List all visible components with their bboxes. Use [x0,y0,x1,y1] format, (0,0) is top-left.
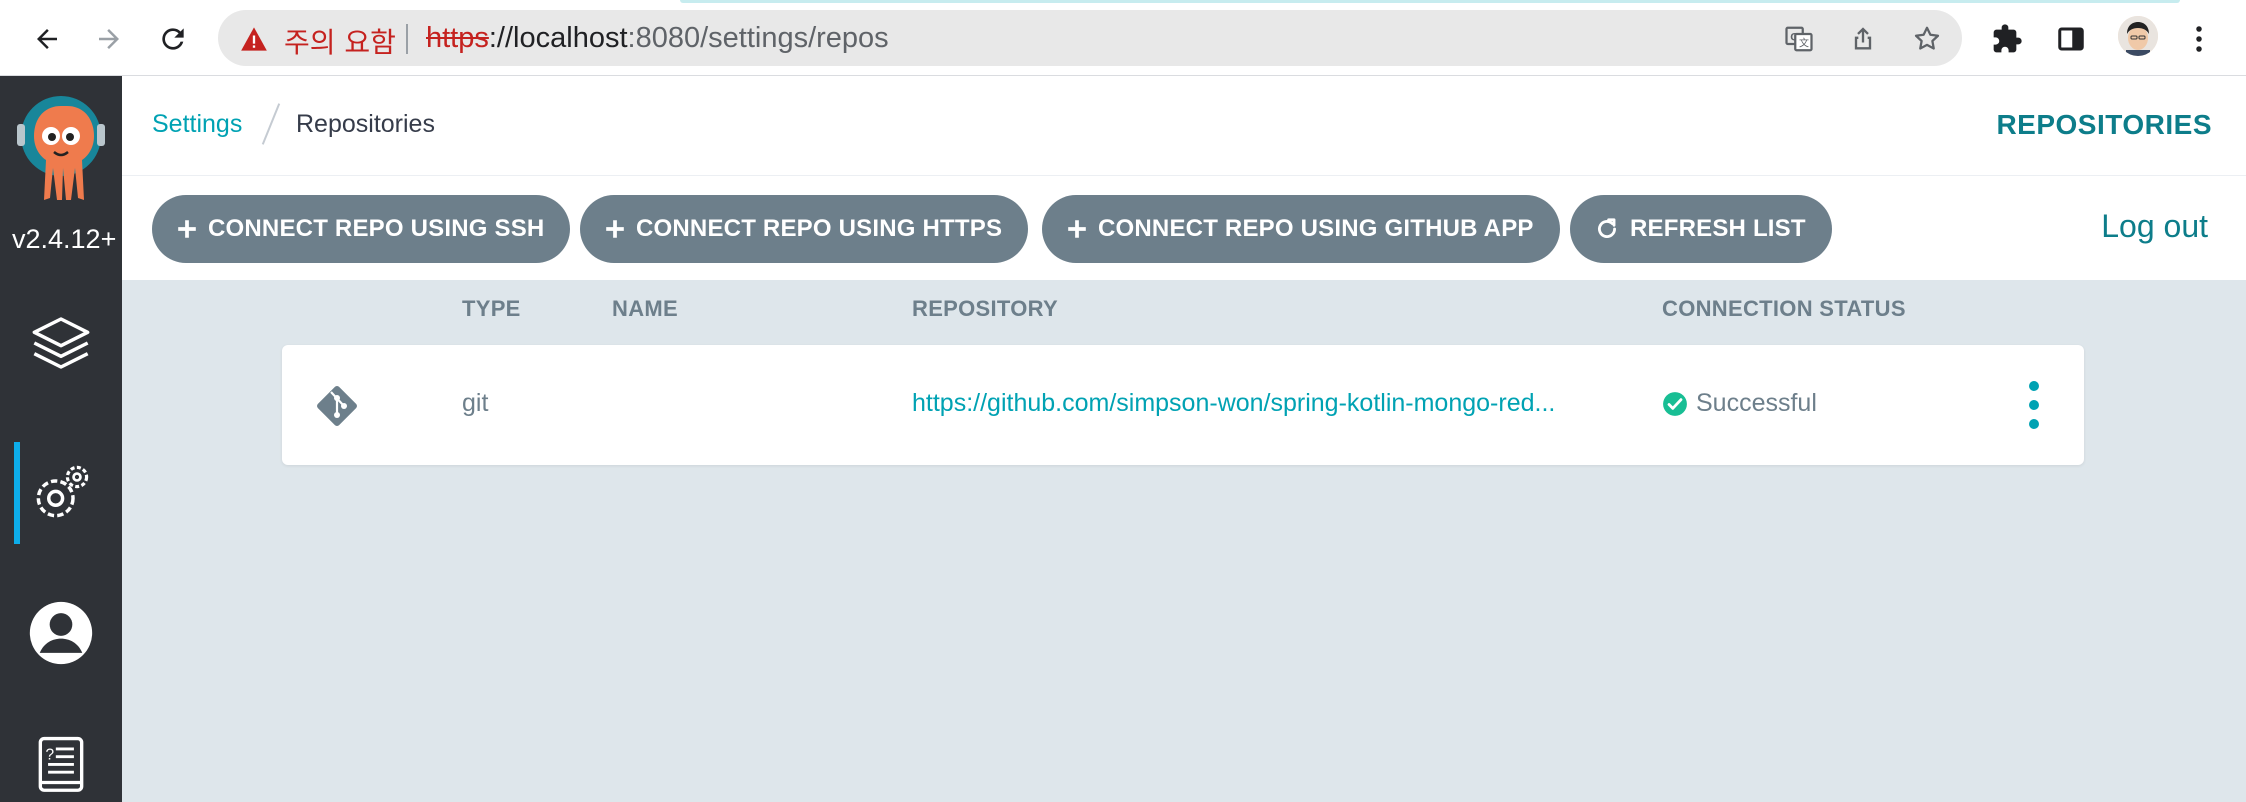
repositories-list: TYPE NAME REPOSITORY CONNECTION STATUS g… [122,280,2246,802]
page-header: Settings Repositories REPOSITORIES [122,76,2246,176]
side-panel-icon [2058,27,2084,51]
browser-menu-button[interactable] [2178,18,2220,60]
url-host: ://localhost [488,22,628,54]
share-button[interactable] [1846,22,1880,56]
breadcrumb-current: Repositories [296,110,435,138]
profile-photo-icon [2118,16,2158,56]
table-row[interactable]: git https://github.com/simpson-won/sprin… [282,345,2084,465]
sidebar-item-settings[interactable] [26,458,96,528]
row-actions-menu-icon[interactable] [2024,381,2044,429]
sidebar-item-applications[interactable] [26,308,96,378]
action-toolbar: CONNECT REPO USING SSH CONNECT REPO USIN… [122,176,2246,280]
back-button[interactable] [22,14,72,64]
connect-repo-https-label: CONNECT REPO USING HTTPS [636,215,1003,242]
argo-logo[interactable] [14,94,108,214]
security-label[interactable]: 주의 요함 [284,21,396,61]
plus-icon [604,218,626,240]
repo-url-link[interactable]: https://github.com/simpson-won/spring-ko… [912,389,1555,418]
browser-toolbar: 주의 요함 https://localhost:8080/settings/re… [0,0,2246,76]
connect-repo-https-button[interactable]: CONNECT REPO USING HTTPS [580,195,1029,263]
column-header-repository: REPOSITORY [912,296,1059,321]
logout-link[interactable]: Log out [2101,208,2208,245]
side-panel-button[interactable] [2050,18,2092,60]
refresh-icon [1594,216,1620,242]
tab-strip-edge [680,0,2180,3]
column-header-type: TYPE [462,296,521,321]
breadcrumb-separator [261,103,281,145]
puzzle-icon [1993,24,2022,53]
argo-octopus-logo-icon [17,96,105,200]
version-label: v2.4.12+ [12,224,117,254]
connection-status-text: Successful [1696,389,1817,417]
sidebar-active-indicator [14,442,20,544]
repo-type: git [462,389,489,417]
connect-repo-ssh-button[interactable]: CONNECT REPO USING SSH [152,195,571,263]
connect-repo-github-app-button[interactable]: CONNECT REPO USING GITHUB APP [1042,195,1560,263]
translate-button[interactable]: G文 [1782,22,1816,56]
column-header-connection-status: CONNECTION STATUS [1662,296,1906,321]
url-text[interactable]: https://localhost:8080/settings/repos [426,22,889,55]
warning-icon [241,27,267,51]
book-icon: ? [38,736,84,792]
url-path: :8080/settings/repos [627,22,889,54]
share-icon [1854,27,1872,50]
breadcrumb-settings-link[interactable]: Settings [152,110,242,139]
reload-icon [162,28,184,50]
git-icon [312,381,362,431]
column-header-name: NAME [612,296,678,321]
address-bar[interactable]: 주의 요함 https://localhost:8080/settings/re… [218,10,1962,66]
translate-icon: G文 [1785,26,1813,52]
arrow-right-icon [99,29,119,49]
kebab-menu-icon [2196,26,2202,52]
connection-status: Successful [1662,389,1817,418]
star-icon [1914,26,1940,50]
reload-button[interactable] [148,14,198,64]
sidebar-item-documentation[interactable]: ? [26,732,96,802]
bookmark-button[interactable] [1910,22,1944,56]
url-scheme: https [426,22,489,54]
extensions-button[interactable] [1986,18,2028,60]
refresh-list-button[interactable]: REFRESH LIST [1570,195,1832,263]
sidebar-item-user-info[interactable] [26,598,96,668]
profile-avatar[interactable] [2118,16,2158,56]
plus-icon [176,218,198,240]
gear-icon [36,465,89,518]
connect-repo-ssh-label: CONNECT REPO USING SSH [208,215,545,242]
page-title: REPOSITORIES [1996,109,2212,140]
user-circle-icon [29,601,93,665]
svg-text:?: ? [46,746,55,763]
app-sidebar: v2.4.12+ ? [0,76,122,802]
arrow-left-icon [37,29,57,49]
forward-button[interactable] [84,14,134,64]
omnibox-divider [406,24,408,54]
plus-icon [1066,218,1088,240]
svg-text:文: 文 [1799,37,1809,50]
refresh-list-label: REFRESH LIST [1630,215,1806,242]
connect-repo-github-app-label: CONNECT REPO USING GITHUB APP [1098,215,1534,242]
layers-icon [32,317,90,369]
check-circle-icon [1662,391,1688,417]
